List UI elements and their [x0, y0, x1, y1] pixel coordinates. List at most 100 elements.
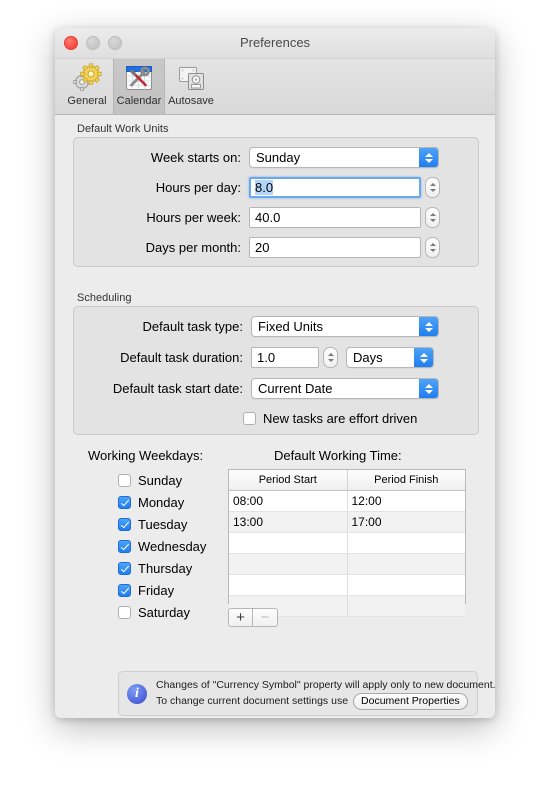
weekday-row-thursday[interactable]: Thursday	[118, 557, 206, 579]
maximize-button[interactable]	[108, 36, 122, 50]
weekday-label-friday: Friday	[138, 582, 175, 598]
chevron-updown-icon	[419, 379, 438, 398]
info-line-2-prefix: To change current document settings use	[156, 694, 349, 707]
hours-per-week-row: Hours per week: 40.0	[123, 207, 463, 228]
hours-per-day-input[interactable]: 8.0	[249, 177, 421, 198]
column-period-start[interactable]: Period Start	[229, 470, 348, 491]
weekday-row-friday[interactable]: Friday	[118, 579, 206, 601]
remove-period-button: −	[253, 608, 278, 627]
cell-period-start[interactable]: 08:00	[229, 490, 348, 512]
column-period-finish[interactable]: Period Finish	[347, 470, 465, 491]
effort-driven-checkbox-row[interactable]: New tasks are effort driven	[243, 407, 417, 429]
week-starts-on-label: Week starts on:	[150, 150, 241, 165]
tab-autosave[interactable]: Autosave	[165, 59, 217, 114]
cell-period-finish[interactable]: 12:00	[347, 490, 465, 512]
days-per-month-row: Days per month: 20	[123, 237, 463, 258]
title-bar: Preferences	[55, 28, 495, 59]
preferences-window: Preferences General Calendar Autosave De…	[55, 28, 495, 718]
table-row[interactable]	[229, 532, 465, 554]
hours-per-day-label: Hours per day:	[155, 180, 241, 195]
cell-period-finish[interactable]	[347, 532, 465, 554]
days-per-month-input[interactable]: 20	[249, 237, 421, 258]
document-properties-button[interactable]: Document Properties	[353, 692, 468, 710]
effort-driven-checkbox[interactable]	[243, 411, 256, 425]
task-duration-label: Default task duration:	[120, 350, 243, 365]
tab-calendar[interactable]: Calendar	[113, 59, 165, 114]
weekday-label-sunday: Sunday	[138, 472, 183, 488]
table-actions: + −	[228, 608, 278, 627]
cell-period-start[interactable]	[229, 574, 348, 596]
weekday-row-tuesday[interactable]: Tuesday	[118, 513, 206, 535]
weekday-label-tuesday: Tuesday	[138, 516, 188, 532]
hours-per-day-stepper[interactable]	[425, 177, 440, 198]
weekday-label-saturday: Saturday	[138, 604, 191, 620]
cell-period-finish[interactable]	[347, 595, 465, 617]
cell-period-finish[interactable]: 17:00	[347, 511, 465, 533]
task-duration-unit-select[interactable]: Days	[346, 347, 434, 368]
chevron-updown-icon	[419, 148, 438, 167]
weekday-checkbox-saturday[interactable]	[118, 605, 131, 619]
task-duration-value: 1.0	[257, 350, 276, 365]
weekday-row-wednesday[interactable]: Wednesday	[118, 535, 206, 557]
task-duration-input[interactable]: 1.0	[251, 347, 319, 368]
info-text: Changes of "Currency Symbol" property wi…	[156, 678, 496, 710]
working-time-table[interactable]: Period Start Period Finish 08:00 12:00 1…	[228, 469, 466, 617]
weekday-label-wednesday: Wednesday	[138, 538, 207, 554]
weekday-row-sunday[interactable]: Sunday	[118, 469, 206, 491]
table-header-row: Period Start Period Finish	[229, 470, 465, 491]
weekday-checkbox-monday[interactable]	[118, 495, 131, 509]
close-button[interactable]	[64, 36, 78, 50]
weekday-row-saturday[interactable]: Saturday	[118, 601, 206, 623]
weekday-list: Sunday Monday Tuesday Wednesday Thursday…	[118, 469, 206, 623]
cell-period-start[interactable]	[229, 553, 348, 575]
week-starts-on-select[interactable]: Sunday	[249, 147, 439, 168]
preferences-toolbar: General Calendar Autosave	[55, 59, 495, 115]
hours-per-week-label: Hours per week:	[146, 210, 241, 225]
tab-general-label: General	[67, 95, 107, 107]
table-row[interactable]: 13:00 17:00	[229, 511, 465, 533]
weekday-row-monday[interactable]: Monday	[118, 491, 206, 513]
info-bar: i Changes of "Currency Symbol" property …	[118, 671, 496, 716]
add-period-button[interactable]: +	[228, 608, 253, 627]
cell-period-start[interactable]	[229, 532, 348, 554]
tab-calendar-label: Calendar	[116, 95, 162, 107]
task-type-row: Default task type: Fixed Units	[95, 316, 475, 337]
table-row[interactable]	[229, 574, 465, 596]
week-starts-on-value: Sunday	[256, 150, 301, 165]
chevron-updown-icon	[414, 348, 433, 367]
working-weekdays-title: Working Weekdays:	[88, 448, 204, 463]
weekday-checkbox-sunday[interactable]	[118, 473, 131, 487]
minimize-button[interactable]	[86, 36, 100, 50]
days-per-month-stepper[interactable]	[425, 237, 440, 258]
weekday-checkbox-thursday[interactable]	[118, 561, 131, 575]
tab-autosave-label: Autosave	[168, 95, 214, 107]
traffic-lights	[64, 36, 122, 50]
task-start-date-row: Default task start date: Current Date	[95, 378, 475, 399]
info-line-2: To change current document settings use …	[156, 692, 496, 710]
weekday-checkbox-friday[interactable]	[118, 583, 131, 597]
weekday-checkbox-wednesday[interactable]	[118, 539, 131, 553]
hours-per-week-stepper[interactable]	[425, 207, 440, 228]
cell-period-start[interactable]: 13:00	[229, 511, 348, 533]
hours-per-week-value: 40.0	[255, 210, 281, 225]
scheduling-group-label: Scheduling	[77, 292, 132, 304]
task-start-date-select[interactable]: Current Date	[251, 378, 439, 399]
cell-period-finish[interactable]	[347, 553, 465, 575]
table-row[interactable]: 08:00 12:00	[229, 490, 465, 512]
task-duration-row: Default task duration: 1.0 Days	[95, 347, 475, 368]
table-row[interactable]	[229, 553, 465, 575]
hours-per-week-input[interactable]: 40.0	[249, 207, 421, 228]
week-starts-on-row: Week starts on: Sunday	[123, 147, 463, 168]
cell-period-finish[interactable]	[347, 574, 465, 596]
weekday-checkbox-tuesday[interactable]	[118, 517, 131, 531]
chevron-updown-icon	[419, 317, 438, 336]
days-per-month-label: Days per month:	[145, 240, 241, 255]
weekday-label-monday: Monday	[138, 494, 185, 510]
task-type-select[interactable]: Fixed Units	[251, 316, 439, 337]
task-duration-stepper[interactable]	[323, 347, 338, 368]
gears-icon	[73, 63, 102, 91]
task-start-date-value: Current Date	[258, 381, 333, 396]
tab-general[interactable]: General	[61, 59, 113, 114]
hours-per-day-value: 8.0	[255, 180, 274, 195]
task-start-date-label: Default task start date:	[112, 381, 243, 396]
